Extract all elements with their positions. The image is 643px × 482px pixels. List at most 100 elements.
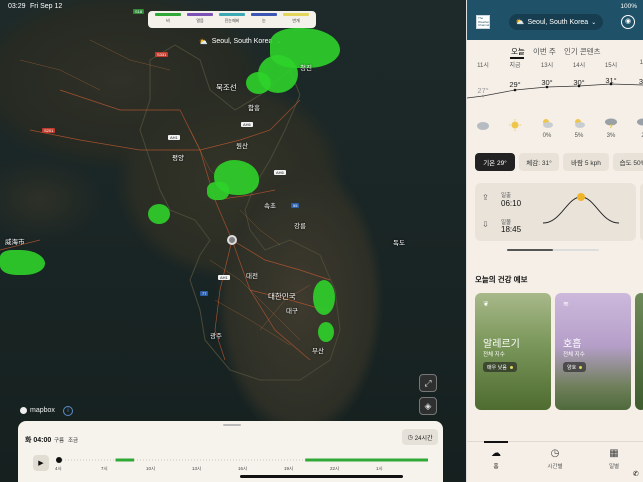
timeline-current-time: 화 04:00 bbox=[25, 437, 52, 444]
map-label-city: 속초 bbox=[264, 203, 276, 210]
thunderstorm-icon bbox=[637, 118, 643, 126]
map-label-weihai: 威海市 bbox=[5, 239, 25, 246]
timeline-range-button[interactable]: ◷ 24시간 bbox=[402, 429, 438, 445]
hourly-temp: 30° bbox=[573, 78, 585, 87]
hourly-precip: 0% bbox=[542, 133, 552, 139]
hour-label: 13시 bbox=[540, 63, 554, 69]
leaf-icon: ❦ bbox=[483, 301, 489, 308]
nav-daily[interactable]: ▦ 일별 bbox=[592, 448, 636, 470]
hourly-temp: 29° bbox=[509, 80, 521, 89]
current-location-marker[interactable] bbox=[227, 235, 237, 245]
precip-legend: 비 얼음 진눈깨비 눈 번개 bbox=[148, 11, 316, 28]
sunset-time: 18:45 bbox=[501, 225, 522, 234]
hourly-temp: 30° bbox=[541, 78, 553, 87]
health-card-breathing[interactable]: ≋ 호흡 전체 지수 양호 bbox=[555, 293, 631, 410]
nav-home[interactable]: ☁ 홈 bbox=[474, 448, 518, 470]
tab-this-week[interactable]: 이번 주 bbox=[533, 46, 556, 57]
hourly-temp: 30 bbox=[638, 77, 643, 86]
chip-humidity[interactable]: 습도 50% bbox=[613, 153, 643, 171]
weather-channel-logo[interactable]: The Weather Channel bbox=[476, 15, 490, 29]
expand-icon: ⤢ bbox=[424, 377, 432, 388]
road-shield: AH1 bbox=[218, 275, 230, 280]
status-date: Fri Sep 12 bbox=[30, 3, 63, 10]
layers-icon: ◈ bbox=[424, 400, 432, 411]
road-shield: AH1 bbox=[168, 135, 180, 140]
hour-label: 지금 bbox=[509, 63, 521, 69]
calendar-icon: ▦ bbox=[609, 448, 619, 459]
map-location-label: Seoul, South Korea bbox=[211, 38, 273, 45]
health-card-allergy[interactable]: ❦ 알레르기 전체 지수 매우 낮음 bbox=[475, 293, 551, 410]
chip-wind[interactable]: 바람 5 kph bbox=[563, 153, 609, 171]
legend-swatch-sleet bbox=[219, 13, 245, 16]
map-layers-button[interactable]: ◈ bbox=[419, 397, 437, 415]
health-card-badge: 매우 낮음 bbox=[483, 362, 517, 372]
tab-today[interactable]: 오늘 bbox=[511, 46, 525, 57]
play-button[interactable]: ▶ bbox=[33, 455, 49, 471]
clock-icon: ◷ bbox=[550, 448, 560, 459]
nav-active-indicator bbox=[484, 441, 508, 443]
cloud-rain-icon: ☁ bbox=[491, 448, 501, 459]
road-shield: S201 bbox=[42, 128, 56, 133]
partly-sunny-icon bbox=[543, 119, 553, 128]
road-shield: AH6 bbox=[274, 170, 286, 175]
mapbox-attribution: mapbox bbox=[30, 407, 55, 414]
timeline-tick: 10시 bbox=[146, 466, 156, 471]
battery-status: 100% bbox=[620, 3, 637, 10]
map-label-city: 강릉 bbox=[294, 223, 306, 230]
clock-icon: ◷ bbox=[407, 434, 413, 441]
map-label-dokdo: 독도 bbox=[393, 240, 405, 247]
forecast-panel: 100% The Weather Channel ⛅ Seoul, South Ko… bbox=[466, 0, 643, 482]
timeline-tick: 7시 bbox=[101, 466, 108, 471]
weather-map[interactable]: 03:29 Fri Sep 12 비 얼음 진눈깨비 눈 번개 ⛅ Seoul,… bbox=[0, 0, 466, 482]
info-icon[interactable]: i bbox=[63, 406, 73, 416]
legend-label-snow: 눈 bbox=[262, 18, 266, 23]
health-card-next[interactable] bbox=[635, 293, 643, 410]
radar-cell bbox=[0, 250, 45, 275]
phone-icon[interactable]: ✆ bbox=[633, 470, 639, 478]
legend-item-sleet: 진눈깨비 bbox=[218, 13, 246, 26]
play-icon: ▶ bbox=[38, 460, 44, 467]
sunrise-icon: ⇪ bbox=[482, 193, 489, 202]
expand-map-button[interactable]: ⤢ bbox=[419, 374, 437, 392]
timeline-track[interactable] bbox=[56, 456, 428, 464]
timeline-scrubber[interactable] bbox=[56, 457, 62, 463]
cloud-icon bbox=[477, 122, 489, 130]
health-card-subtitle: 전체 지수 bbox=[563, 352, 585, 358]
home-indicator bbox=[240, 475, 403, 478]
legend-swatch-lightning bbox=[283, 13, 309, 16]
hourly-precip: 2 bbox=[631, 133, 643, 139]
timeline-precip-segment bbox=[115, 458, 135, 462]
timeline-legend-cloud: 구름 bbox=[54, 438, 65, 444]
legend-item-rain: 비 bbox=[154, 13, 182, 26]
sunrise-time: 06:10 bbox=[501, 199, 522, 208]
radar-cell bbox=[318, 322, 334, 342]
legend-label-sleet: 진눈깨비 bbox=[224, 18, 240, 23]
legend-label-rain: 비 bbox=[166, 18, 170, 23]
chip-feels-like[interactable]: 체감: 31° bbox=[519, 153, 559, 171]
hourly-precip: 3% bbox=[606, 133, 616, 139]
health-card-title: 알레르기 bbox=[483, 339, 520, 350]
nav-hourly[interactable]: ◷ 시간별 bbox=[533, 448, 577, 470]
timeline-tick: 13시 bbox=[192, 466, 202, 471]
map-label-north-korea: 북조선 bbox=[216, 83, 237, 92]
map-label-city: 광주 bbox=[210, 333, 222, 340]
sunrise-sunset-card[interactable]: ⇪ 일출 06:10 ⇩ 일몰 18:45 bbox=[475, 183, 636, 241]
timeline-tick: 16시 bbox=[238, 466, 248, 471]
location-selector[interactable]: ⛅ Seoul, South Korea ⌄ bbox=[509, 14, 603, 30]
partly-sunny-icon bbox=[575, 119, 585, 128]
timeline-drag-handle[interactable] bbox=[223, 424, 241, 426]
nav-daily-label: 일별 bbox=[608, 464, 620, 470]
tab-trending[interactable]: 인기 콘텐츠 bbox=[564, 46, 601, 57]
legend-label-lightning: 번개 bbox=[292, 18, 300, 23]
hourly-temp: 31° bbox=[605, 76, 617, 85]
legend-item-lightning: 번개 bbox=[282, 13, 310, 26]
account-icon[interactable]: ◉ bbox=[621, 15, 635, 29]
sun-icon bbox=[509, 119, 521, 131]
hour-label: 14시 bbox=[572, 63, 586, 69]
mapbox-mark-icon bbox=[20, 407, 27, 414]
card-scroll-indicator bbox=[507, 249, 599, 251]
road-shield: S18 bbox=[133, 9, 145, 14]
chip-temperature[interactable]: 기온 29° bbox=[475, 153, 515, 171]
road-shield: 77 bbox=[200, 291, 209, 296]
timeline-precip-segment bbox=[305, 458, 428, 462]
